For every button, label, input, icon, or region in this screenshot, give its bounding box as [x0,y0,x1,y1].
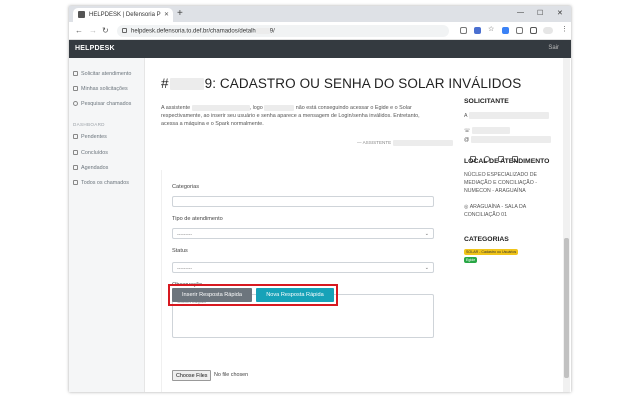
search-icon [73,101,78,106]
tipo-label: Tipo de atendimento [172,216,223,222]
redacted-phone [471,127,510,134]
extension-icon[interactable] [474,27,481,34]
calendar-icon [73,165,78,170]
extension-2-icon[interactable] [502,27,509,34]
brand-logo[interactable]: HELPDESK [75,45,115,52]
categorias-input[interactable] [172,196,434,207]
browser-toolbar: ← → ↻ helpdesk.defensoria.to.def.br/cham… [69,22,571,40]
local-line: NÚCLEO ESPECIALIZADO DE [464,172,537,178]
new-tab-icon[interactable]: + [177,8,183,19]
main-content: #9: CADASTRO OU SENHA DO SOLAR INVÁLIDOS… [145,58,571,392]
sidebar-item-minhas[interactable]: Minhas solicitações [73,86,128,92]
phone-icon: ☏ [464,127,471,134]
chevron-down-icon: ⌄ [424,231,429,237]
folder-icon [73,180,78,185]
solicitante-user: A [464,112,549,119]
close-window-icon[interactable]: ✕ [557,9,563,17]
back-icon[interactable]: ← [75,26,83,35]
category-badge: Egide [464,257,478,263]
solicitante-phone: ☏ [464,127,510,134]
app-header: HELPDESK Sair [69,40,571,58]
redacted-email [470,136,551,143]
sidebar-section-title: DASHBOARD [73,122,105,127]
browser-tab[interactable]: HELPDESK | Defensoria P ✕ [73,8,173,22]
redacted-ticket-id [169,78,204,91]
choose-files-button[interactable]: Choose Files [172,370,212,381]
status-select[interactable]: --------- ⌄ [172,262,434,273]
reload-icon[interactable]: ↻ [102,26,109,35]
solicitante-title: SOLICITANTE [464,98,509,105]
sidebar-item-solicitar[interactable]: Solicitar atendimento [73,71,131,77]
check-icon [73,150,78,155]
avatar[interactable] [543,27,553,34]
chevron-down-icon: ⌄ [424,265,429,271]
file-status: No file chosen [214,372,249,378]
address-bar[interactable]: helpdesk.defensoria.to.def.br/chamados/d… [117,25,449,37]
tab-title: HELPDESK | Defensoria P [89,12,161,18]
redacted-author [392,140,453,146]
forward-icon[interactable]: → [89,26,97,35]
browser-window: HELPDESK | Defensoria P ✕ + — ☐ ✕ ← → ↻ … [69,6,571,392]
ticket-form: Categorias Tipo de atendimento ---------… [161,170,443,392]
local-line: CONCILIAÇÃO 01 [464,212,507,218]
redacted-user [468,112,549,119]
lock-icon [122,28,127,33]
clock-icon [73,134,78,139]
puzzle-icon[interactable] [516,27,523,34]
favicon-icon [78,11,85,18]
local-title: LOCAL DE ATENDIMENTO [464,158,550,165]
status-label: Status [172,248,188,254]
share-icon[interactable] [460,27,467,34]
ticket-description: A assistente , logo não está conseguindo… [161,104,420,127]
sidebar-item-pesquisar[interactable]: Pesquisar chamados [73,101,131,107]
local-room: ◎ ARAGUAÍNA - SALA DA [464,204,527,210]
category-badge: SOLAR - Cadastro ou Usuários [464,249,519,255]
sidebar-item-concluidos[interactable]: Concluídos [73,150,108,156]
url-prefix: helpdesk.defensoria.to.def.br/chamados/d… [131,28,256,35]
redacted-login [264,104,295,111]
sidebar: Solicitar atendimento Minhas solicitaçõe… [69,58,145,392]
minimize-icon[interactable]: — [517,9,524,16]
page-title: #9: CADASTRO OU SENHA DO SOLAR INVÁLIDOS [161,76,522,91]
local-line: MEDIAÇÃO E CONCILIAÇÃO - [464,180,537,186]
tipo-select[interactable]: --------- ⌄ [172,228,434,239]
location-icon: ◎ [464,204,469,210]
maximize-icon[interactable]: ☐ [537,9,543,17]
close-tab-icon[interactable]: ✕ [164,11,169,18]
redacted-id [255,28,270,34]
sidebar-item-todos[interactable]: Todos os chamados [73,180,129,186]
url-suffix: 9/ [269,28,275,35]
scrollbar[interactable] [563,58,570,392]
logout-link[interactable]: Sair [548,45,559,51]
nova-resposta-button[interactable]: Nova Resposta Rápida [256,288,334,302]
plus-icon [73,71,78,76]
inserir-resposta-button[interactable]: Inserir Resposta Rápida [172,288,252,302]
local-line: NUMECON - ARAGUAÍNA [464,188,526,194]
ticket-meta: — ASSISTENTE [357,140,453,146]
categorias-title: CATEGORIAS [464,236,509,243]
sidebar-item-agendados[interactable]: Agendados [73,165,108,171]
star-icon[interactable]: ☆ [488,25,495,33]
redacted-name [191,104,250,111]
list-icon [73,86,78,91]
scrollbar-thumb[interactable] [564,238,569,378]
solicitante-email: @ [464,136,551,143]
tab-strip: HELPDESK | Defensoria P ✕ + — ☐ ✕ [69,6,571,22]
sidepanel-icon[interactable] [530,27,537,34]
menu-dots-icon[interactable]: ⋮ [561,25,568,33]
categorias-label: Categorias [172,184,200,190]
sidebar-item-pendentes[interactable]: Pendentes [73,134,107,140]
